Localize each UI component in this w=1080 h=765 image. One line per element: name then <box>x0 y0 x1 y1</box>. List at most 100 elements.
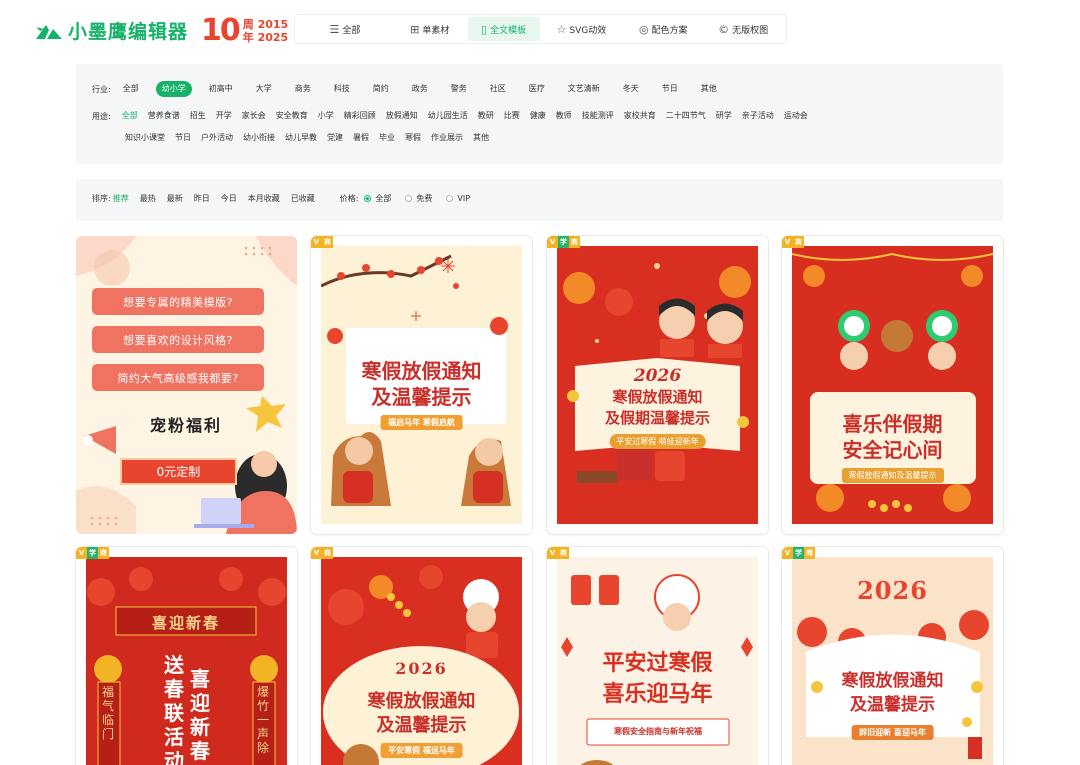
usage-option[interactable]: 幼小衔接 <box>238 130 280 146</box>
brand-logo[interactable]: 小墨鹰编辑器 <box>34 18 188 46</box>
usage-option[interactable]: 亲子活动 <box>737 108 779 124</box>
template-card[interactable]: V商 喜乐伴假期 安全记心间 寒假放假通知及温馨提示 <box>782 236 1003 534</box>
tab-color-scheme[interactable]: ◎ 配色方案 <box>623 17 703 41</box>
card-title-line1: 寒假放假通知 <box>841 671 944 691</box>
price-option[interactable]: VIP <box>446 193 470 204</box>
usage-option[interactable]: 作业展示 <box>426 130 468 146</box>
sort-option[interactable]: 最新 <box>167 193 183 204</box>
usage-option[interactable]: 节日 <box>170 130 196 146</box>
industry-filter: 行业: 全部 幼小学 初高中 大学 商务 科技 简约 政务 警务 社区 医疗 文艺清新 冬天 节日 其他 <box>92 81 734 97</box>
anniversary-badge: 10 周 2015 年 2025 <box>201 14 288 48</box>
couplet-right: 爆竹一声除 <box>257 685 270 755</box>
usage-option[interactable]: 暑假 <box>348 130 374 146</box>
usage-option[interactable]: 家校共育 <box>619 108 661 124</box>
vip-badge: V <box>782 547 793 559</box>
usage-option[interactable]: 全部 <box>117 108 143 124</box>
usage-option[interactable]: 寒假 <box>400 130 426 146</box>
industry-option[interactable]: 警务 <box>445 81 473 97</box>
usage-option[interactable]: 放假通知 <box>381 108 423 124</box>
custom-design-promo[interactable]: 想要专属的精美模版? 想要喜欢的设计风格? 简约大气高级感我都要? 宠粉福利 0… <box>76 236 297 534</box>
usage-option[interactable]: 技能测评 <box>577 108 619 124</box>
usage-option[interactable]: 研学 <box>711 108 737 124</box>
usage-option[interactable]: 毕业 <box>374 130 400 146</box>
template-card[interactable]: V学商 2026 寒假放假通知 及温馨提示 辞旧迎新 喜迎马年 <box>782 547 1003 765</box>
usage-option[interactable]: 其他 <box>468 130 494 146</box>
vip-badge: V <box>547 547 558 559</box>
usage-option[interactable]: 教研 <box>473 108 499 124</box>
template-card[interactable]: V学商 2026 寒假放假通知 及假期温馨提示 平安过寒假 萌娃迎新年 <box>547 236 768 534</box>
sort-option[interactable]: 今日 <box>221 193 237 204</box>
template-card[interactable]: V学商 喜迎新春 送春联活动 喜迎新春 福气临门 爆竹一声除 <box>76 547 297 765</box>
anniversary-number: 10 <box>201 13 241 48</box>
sort-option[interactable]: 昨日 <box>194 193 210 204</box>
tab-label: 配色方案 <box>651 25 688 36</box>
star-icon: ☆ <box>556 22 567 36</box>
usage-option[interactable]: 运动会 <box>779 108 813 124</box>
tab-copyright-free[interactable]: © 无版权图 <box>703 17 783 41</box>
template-card[interactable]: V商 2026 寒假放假通知 及温馨提示 平安寒假 福运马年 <box>311 547 532 765</box>
industry-option[interactable]: 幼小学 <box>155 81 192 97</box>
sort-option[interactable]: 本月收藏 <box>248 193 280 204</box>
radio-button[interactable] <box>364 195 372 202</box>
usage-option[interactable]: 户外活动 <box>196 130 238 146</box>
grid-icon: ⊞ <box>410 22 420 36</box>
industry-option[interactable]: 初高中 <box>203 81 239 97</box>
template-icon: ▯ <box>481 22 488 36</box>
promo-cta-button[interactable]: 0元定制 <box>120 458 237 485</box>
usage-option[interactable]: 小学 <box>313 108 339 124</box>
usage-option[interactable]: 教师 <box>551 108 577 124</box>
usage-option[interactable]: 幼儿早教 <box>280 130 322 146</box>
card-year: 2026 <box>857 576 928 605</box>
tab-single-material[interactable]: ⊞ 单素材 <box>392 17 468 41</box>
couplet-left: 福气临门 <box>102 685 115 741</box>
industry-option[interactable]: 节日 <box>656 81 684 97</box>
usage-option[interactable]: 二十四节气 <box>661 108 711 124</box>
industry-option[interactable]: 全部 <box>117 81 145 97</box>
usage-option[interactable]: 安全教育 <box>271 108 313 124</box>
radio-button[interactable] <box>446 195 454 202</box>
usage-option[interactable]: 精彩回顾 <box>339 108 381 124</box>
price-option[interactable]: 全部 <box>364 193 391 204</box>
template-card[interactable]: V商 寒假放假通知 及温馨提示 福启马年 寒假启航 <box>311 236 532 534</box>
industry-option[interactable]: 其他 <box>695 81 723 97</box>
template-card[interactable]: V商 平安过寒假 喜乐迎马年 寒假安全指南与新年祝福 <box>547 547 768 765</box>
usage-option[interactable]: 招生 <box>185 108 211 124</box>
tab-full-template[interactable]: ▯ 全文模板 <box>467 17 540 41</box>
tab-label: 全部 <box>342 25 361 36</box>
sort-option[interactable]: 推荐 <box>113 193 129 204</box>
industry-option[interactable]: 冬天 <box>617 81 645 97</box>
industry-option[interactable]: 政务 <box>406 81 434 97</box>
card-title-line2: 及温馨提示 <box>371 385 472 409</box>
usage-option[interactable]: 党建 <box>322 130 348 146</box>
industry-option[interactable]: 文艺清新 <box>562 81 606 97</box>
header: 小墨鹰编辑器 10 周 2015 年 2025 ☰ 全部 ⊞ 单素材 ▯ 全文模板 ☆… <box>0 0 1080 60</box>
industry-option[interactable]: 商务 <box>289 81 317 97</box>
usage-option[interactable]: 开学 <box>211 108 237 124</box>
vip-badge: V <box>76 547 87 559</box>
study-badge: 学 <box>558 236 569 248</box>
industry-option[interactable]: 简约 <box>367 81 395 97</box>
template-thumbnail: 2026 寒假放假通知 及温馨提示 平安寒假 福运马年 <box>321 557 522 765</box>
tab-svg-animation[interactable]: ☆ SVG动效 <box>540 17 624 41</box>
tab-all[interactable]: ☰ 全部 <box>298 17 392 41</box>
template-thumbnail: 喜迎新春 送春联活动 喜迎新春 福气临门 爆竹一声除 <box>86 557 287 765</box>
industry-option[interactable]: 大学 <box>250 81 278 97</box>
sort-label: 排序: <box>92 194 111 203</box>
sort-option[interactable]: 最热 <box>140 193 156 204</box>
tab-label: 全文模板 <box>490 25 527 36</box>
commercial-badge: 商 <box>322 547 333 559</box>
industry-option[interactable]: 社区 <box>484 81 512 97</box>
card-title-line1: 寒假放假通知 <box>361 359 482 383</box>
industry-option[interactable]: 科技 <box>328 81 356 97</box>
industry-option[interactable]: 医疗 <box>523 81 551 97</box>
usage-option[interactable]: 知识小课堂 <box>120 130 170 146</box>
usage-option[interactable]: 营养食谱 <box>143 108 185 124</box>
template-thumbnail: 2026 寒假放假通知 及假期温馨提示 平安过寒假 萌娃迎新年 <box>557 246 758 524</box>
usage-option[interactable]: 幼儿园生活 <box>423 108 473 124</box>
price-option[interactable]: 免费 <box>405 193 432 204</box>
usage-option[interactable]: 家长会 <box>237 108 271 124</box>
sort-option[interactable]: 已收藏 <box>291 193 315 204</box>
radio-button[interactable] <box>405 195 413 202</box>
usage-option[interactable]: 比赛 <box>499 108 525 124</box>
usage-option[interactable]: 健康 <box>525 108 551 124</box>
